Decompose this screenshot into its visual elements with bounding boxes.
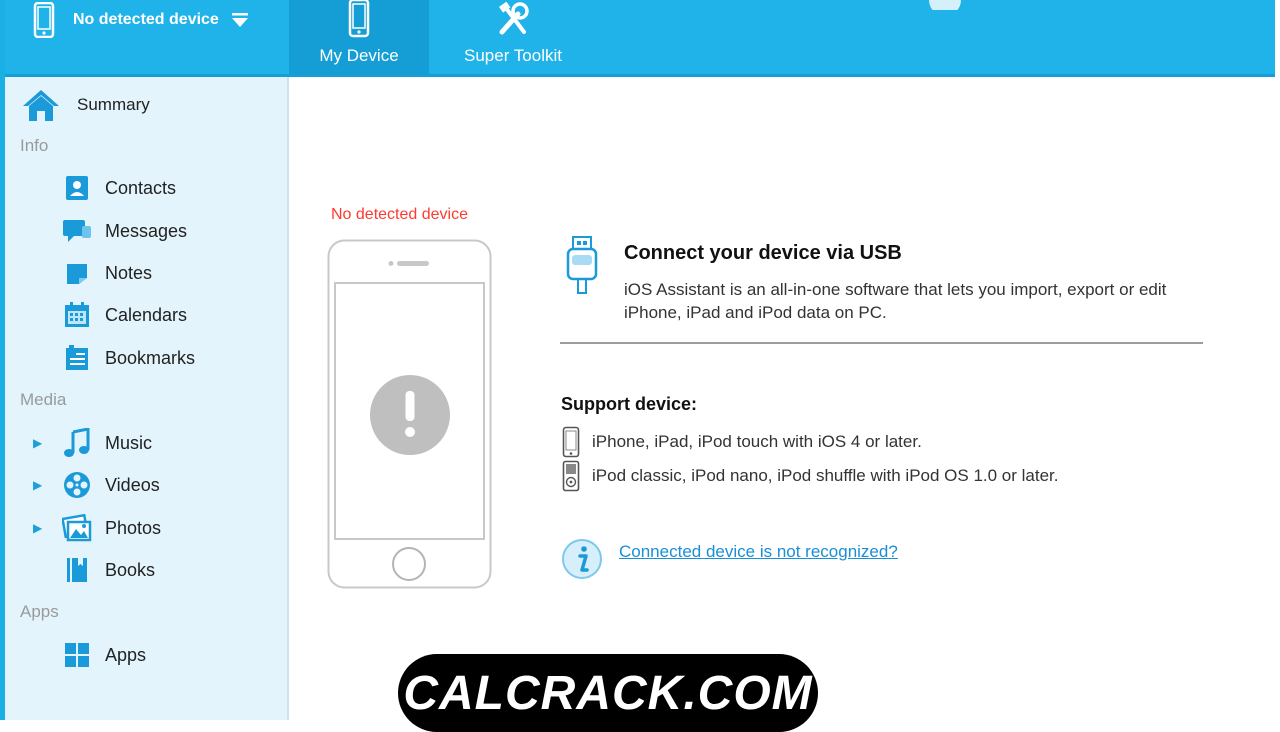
section-divider bbox=[560, 342, 1203, 344]
sidebar-item-label: Music bbox=[105, 432, 153, 453]
sidebar-item-label: Books bbox=[105, 559, 156, 580]
messages-icon bbox=[62, 216, 92, 246]
sidebar-item-music[interactable]: ▶ Music bbox=[33, 427, 273, 459]
phone-icon bbox=[348, 0, 370, 38]
photos-icon bbox=[62, 513, 92, 543]
bookmarks-icon bbox=[62, 343, 92, 373]
category-apps: Apps bbox=[20, 602, 59, 621]
phone-icon bbox=[33, 2, 55, 38]
phone-illustration bbox=[327, 239, 492, 589]
device-status-label: No detected device bbox=[331, 206, 468, 223]
dropdown-arrow-icon bbox=[231, 13, 248, 27]
sidebar-item-bookmarks[interactable]: Bookmarks bbox=[33, 342, 273, 374]
sidebar-item-books[interactable]: Books bbox=[33, 554, 273, 586]
sidebar-item-photos[interactable]: ▶ Photos bbox=[33, 512, 273, 544]
sidebar-item-label: Bookmarks bbox=[105, 347, 196, 368]
ipod-icon bbox=[561, 460, 581, 492]
book-icon bbox=[62, 555, 92, 585]
category-info: Info bbox=[20, 136, 49, 155]
top-bar: No detected device My Device Super Toolk… bbox=[5, 0, 1275, 74]
sidebar-item-label: Summary bbox=[77, 95, 150, 114]
tools-icon bbox=[499, 2, 529, 35]
info-icon bbox=[562, 539, 602, 579]
expand-arrow-icon[interactable]: ▶ bbox=[33, 436, 53, 450]
notes-icon bbox=[62, 258, 92, 288]
sidebar-item-label: Contacts bbox=[105, 177, 177, 198]
main-panel: No detected device Connect your device v… bbox=[289, 77, 1275, 720]
device-not-recognized-link[interactable]: Connected device is not recognized? bbox=[619, 542, 898, 562]
expand-arrow-icon[interactable]: ▶ bbox=[33, 521, 53, 535]
support-item-text: iPhone, iPad, iPod touch with iOS 4 or l… bbox=[592, 432, 922, 451]
calendar-icon bbox=[62, 300, 92, 330]
home-icon bbox=[23, 90, 59, 121]
sidebar-item-apps[interactable]: Apps bbox=[33, 639, 273, 671]
sidebar-item-contacts[interactable]: Contacts bbox=[33, 172, 273, 204]
connect-title: Connect your device via USB bbox=[624, 242, 902, 264]
sidebar-item-calendars[interactable]: Calendars bbox=[33, 299, 273, 331]
watermark-text: CALCRACK.COM bbox=[403, 666, 813, 720]
sidebar-item-summary[interactable]: Summary bbox=[21, 85, 150, 125]
support-title: Support device: bbox=[561, 394, 698, 414]
sidebar: Summary Info Contacts Messages Notes Cal… bbox=[5, 77, 289, 720]
connect-description: iOS Assistant is an all-in-one software … bbox=[624, 280, 1167, 322]
iphone-icon bbox=[561, 426, 581, 458]
sidebar-item-label: Apps bbox=[105, 644, 147, 665]
device-selector[interactable]: No detected device bbox=[33, 0, 249, 40]
apps-grid-icon bbox=[62, 640, 92, 670]
category-media: Media bbox=[20, 390, 67, 409]
sidebar-item-label: Photos bbox=[105, 517, 162, 538]
contacts-icon bbox=[62, 173, 92, 203]
support-item-text: iPod classic, iPod nano, iPod shuffle wi… bbox=[592, 466, 1059, 485]
tab-my-device[interactable]: My Device bbox=[289, 0, 429, 74]
sidebar-item-notes[interactable]: Notes bbox=[33, 257, 273, 289]
video-reel-icon bbox=[62, 470, 92, 500]
sidebar-item-label: Messages bbox=[105, 220, 188, 241]
tab-super-toolkit[interactable]: Super Toolkit bbox=[444, 0, 582, 74]
support-item: iPhone, iPad, iPod touch with iOS 4 or l… bbox=[561, 425, 922, 459]
sidebar-item-label: Notes bbox=[105, 262, 153, 283]
music-icon bbox=[62, 428, 92, 458]
usb-icon bbox=[566, 236, 598, 294]
device-selector-label: No detected device bbox=[73, 11, 219, 28]
sidebar-item-videos[interactable]: ▶ Videos bbox=[33, 469, 273, 501]
watermark-banner: CALCRACK.COM bbox=[398, 654, 818, 732]
sidebar-item-label: Videos bbox=[105, 474, 160, 495]
tab-my-device-label: My Device bbox=[319, 46, 399, 65]
sidebar-item-messages[interactable]: Messages bbox=[33, 215, 273, 247]
sidebar-item-label: Calendars bbox=[105, 304, 188, 325]
expand-arrow-icon[interactable]: ▶ bbox=[33, 478, 53, 492]
settings-icon[interactable] bbox=[925, 0, 965, 10]
tab-super-toolkit-label: Super Toolkit bbox=[464, 46, 562, 65]
support-item: iPod classic, iPod nano, iPod shuffle wi… bbox=[561, 459, 1059, 493]
